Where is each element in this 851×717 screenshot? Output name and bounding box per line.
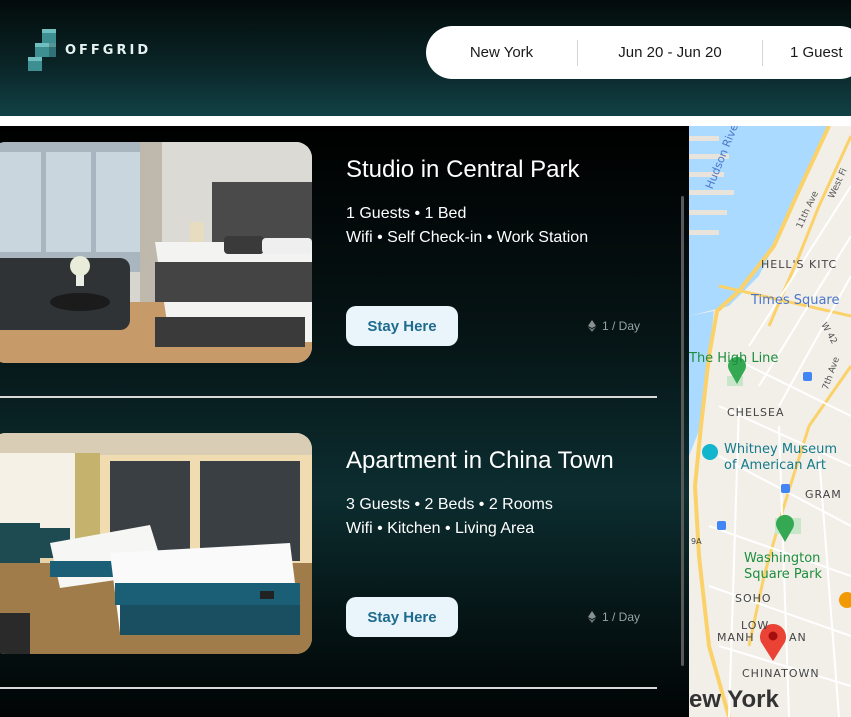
listing-divider <box>0 687 657 689</box>
map-label-chelsea: CHELSEA <box>727 406 785 419</box>
map-label-route-9a: 9A <box>691 537 702 546</box>
search-bar[interactable]: New York Jun 20 - Jun 20 1 Guest <box>426 26 851 79</box>
map-label-washington-1: Washington <box>744 551 821 566</box>
map-label-times-square: Times Square <box>751 293 840 308</box>
dates-value: Jun 20 - Jun 20 <box>618 44 722 61</box>
map-label-lower-manhattan-2: MANH <box>717 631 755 644</box>
listing-specs: 3 Guests • 2 Beds • 2 Rooms <box>346 496 553 513</box>
map-label-whitney-2: of American Art <box>724 458 826 473</box>
brand-logo[interactable]: OFFGRID <box>28 27 158 73</box>
listing-specs: 1 Guests • 1 Bed <box>346 205 467 222</box>
ethereum-icon <box>588 611 596 623</box>
map-label-whitney-1: Whitney Museum <box>724 442 837 457</box>
listing-photo-studio[interactable] <box>0 142 312 363</box>
map-label-high-line: The High Line <box>689 351 779 366</box>
map-label-new-york: ew York <box>689 686 779 713</box>
stay-here-button[interactable]: Stay Here <box>346 306 458 346</box>
listings-scrollbar[interactable] <box>681 196 684 666</box>
map-label-washington-2: Square Park <box>744 567 822 582</box>
map-label-chinatown: CHINATOWN <box>742 667 820 680</box>
listing-card: Apartment in China Town 3 Guests • 2 Bed… <box>0 433 680 673</box>
location-field[interactable]: New York <box>426 26 577 79</box>
map-label-gramercy: GRAM <box>805 488 842 501</box>
top-header: OFFGRID New York Jun 20 - Jun 20 1 Guest <box>0 0 851 116</box>
header-separator <box>0 116 851 126</box>
map-canvas <box>689 126 851 717</box>
listing-card: Studio in Central Park 1 Guests • 1 Bed … <box>0 142 680 382</box>
listing-divider <box>0 396 657 398</box>
listing-price: 1 / Day <box>588 610 640 624</box>
map-label-lower-manhattan-3: AN <box>789 631 807 644</box>
listings-panel[interactable]: Studio in Central Park 1 Guests • 1 Bed … <box>0 126 689 717</box>
listing-price: 1 / Day <box>588 319 640 333</box>
listing-photo-apartment[interactable] <box>0 433 312 654</box>
listing-title: Apartment in China Town <box>346 447 614 474</box>
stay-here-button[interactable]: Stay Here <box>346 597 458 637</box>
logo-cubes-icon <box>28 28 62 72</box>
price-value: 1 / Day <box>602 319 641 333</box>
location-value: New York <box>469 44 534 61</box>
guests-value: 1 Guest <box>790 44 843 61</box>
location-map[interactable]: Hudson River 11th Ave West Fi HELL'S KIT… <box>689 126 851 717</box>
listing-amenities: Wifi • Self Check-in • Work Station <box>346 229 589 246</box>
listing-title: Studio in Central Park <box>346 156 580 183</box>
map-label-soho: SOHO <box>735 592 772 605</box>
dates-field[interactable]: Jun 20 - Jun 20 <box>578 26 762 79</box>
ethereum-icon <box>588 320 596 332</box>
price-value: 1 / Day <box>602 610 641 624</box>
brand-name: OFFGRID <box>65 43 152 58</box>
listing-amenities: Wifi • Kitchen • Living Area <box>346 520 535 537</box>
map-label-hells-kitchen: HELL'S KITC <box>761 258 838 271</box>
guests-field[interactable]: 1 Guest <box>763 26 843 79</box>
